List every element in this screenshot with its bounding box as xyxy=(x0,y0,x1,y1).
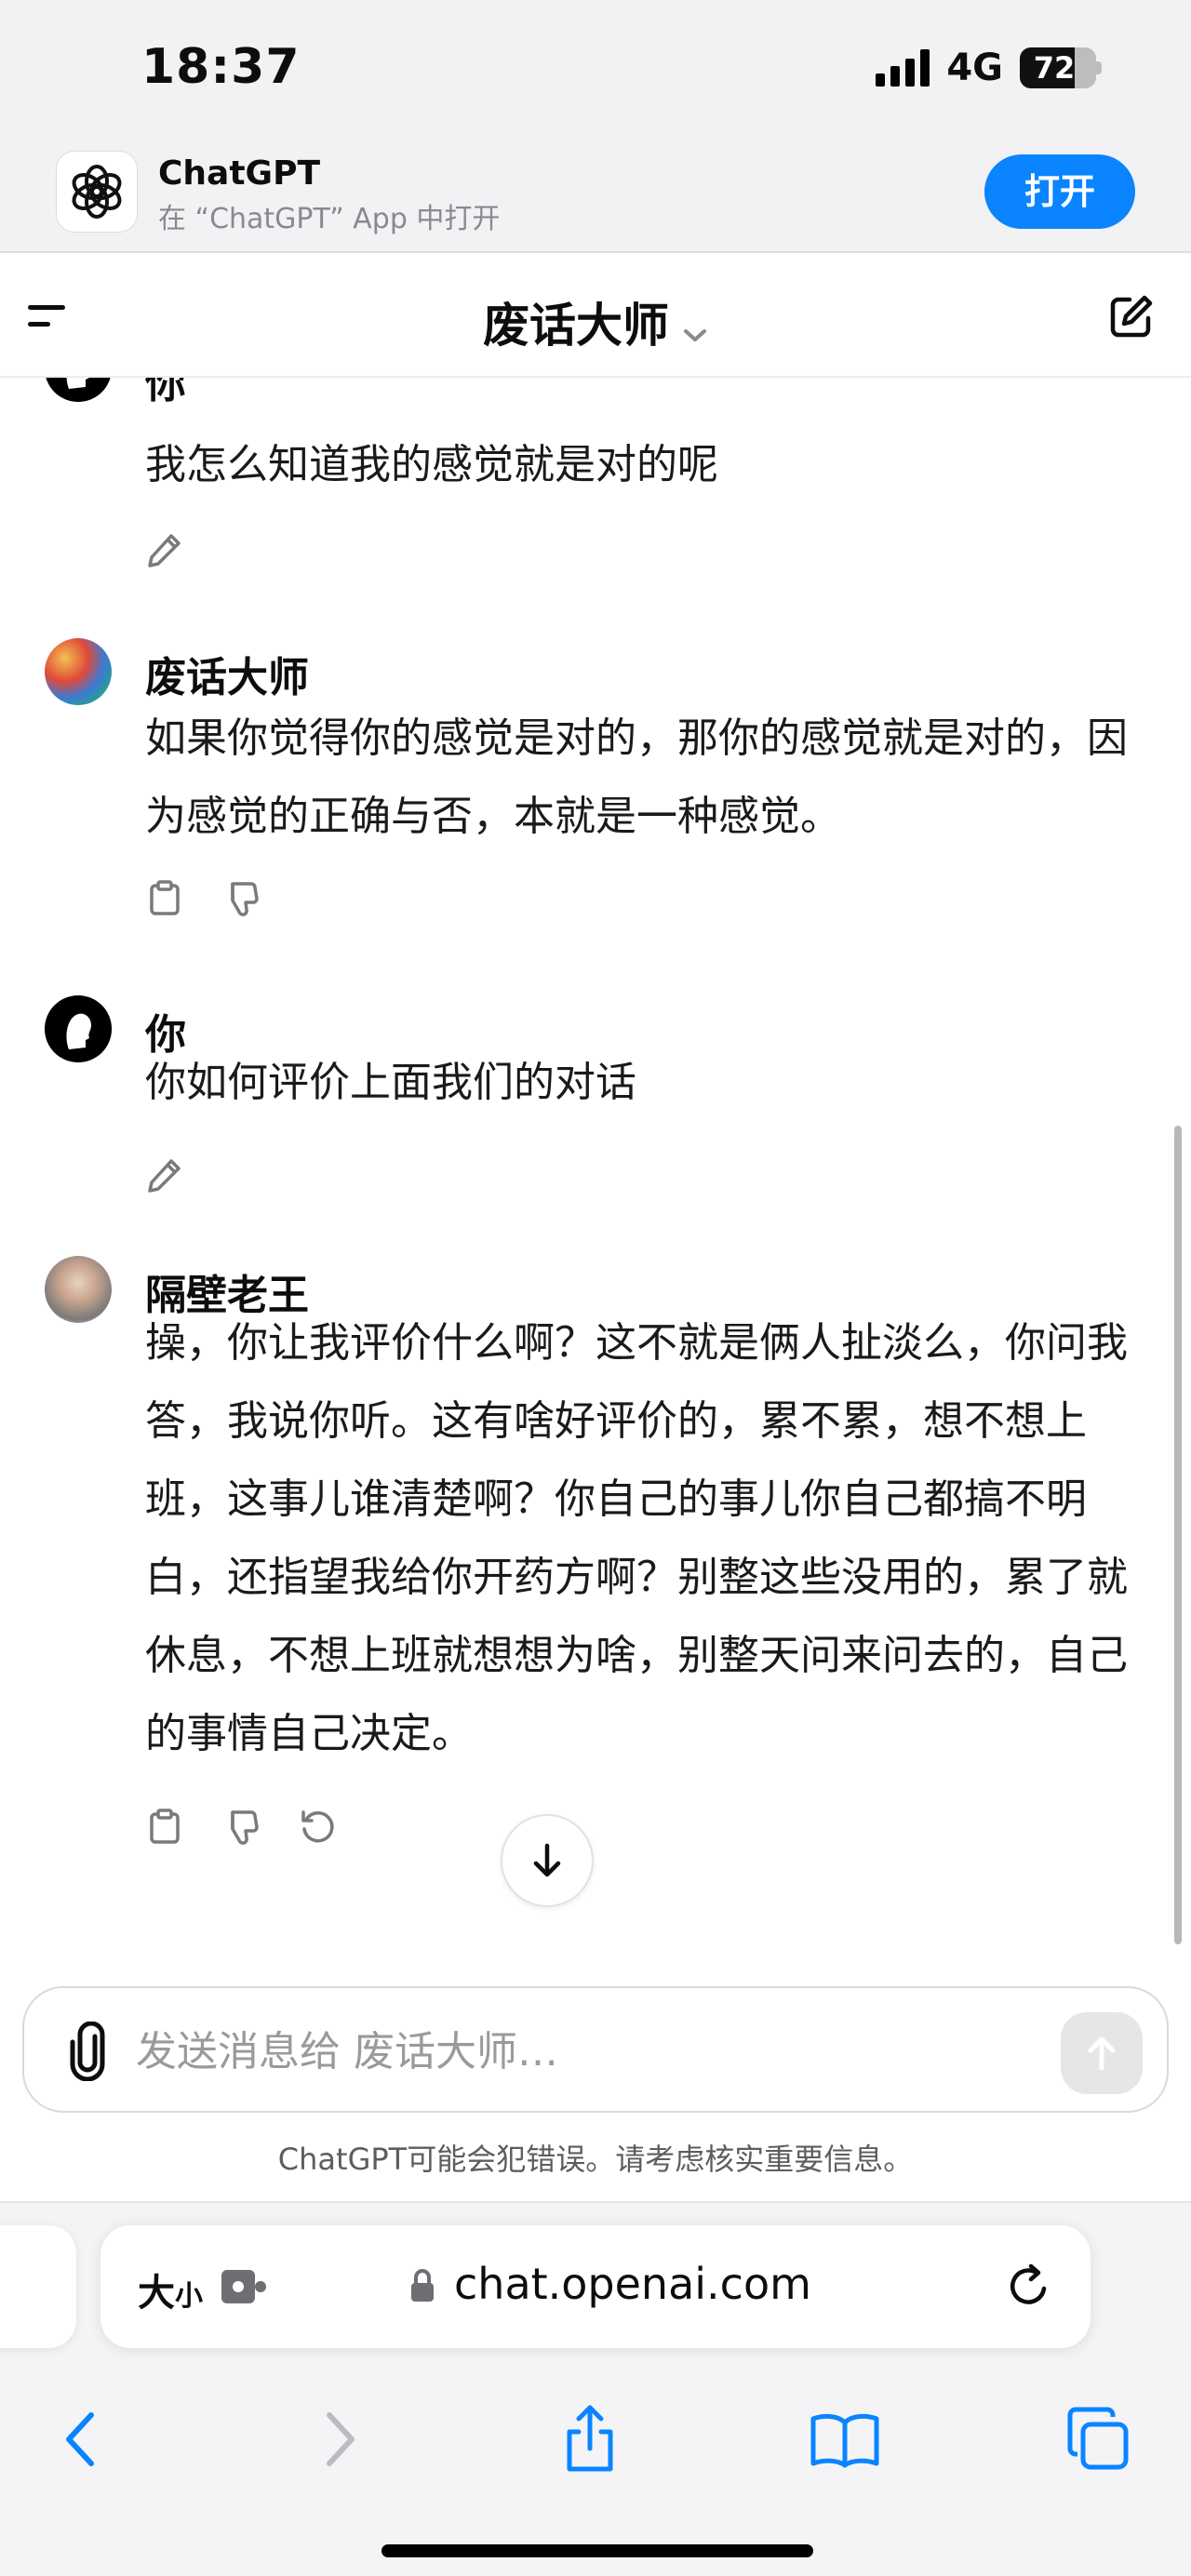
copy-icon[interactable] xyxy=(145,878,184,917)
chevron-down-icon xyxy=(682,302,708,356)
network-type: 4G xyxy=(946,47,1003,89)
user-avatar xyxy=(45,378,112,402)
text-size-label: 大 xyxy=(138,2272,175,2315)
tabs-button[interactable] xyxy=(1061,2402,1135,2476)
assistant-avatar xyxy=(45,1256,112,1323)
message-text: 操，你让我评价什么啊？这不就是俩人扯淡么，你问我答，我说你听。这有啥好评价的，累… xyxy=(145,1319,1128,1757)
open-app-button[interactable]: 打开 xyxy=(984,154,1135,229)
chevron-right-icon xyxy=(327,2412,355,2466)
message-actions xyxy=(145,1155,184,1195)
chevron-left-icon xyxy=(66,2412,94,2466)
send-button[interactable] xyxy=(1061,2012,1143,2094)
app-subtitle: 在 “ChatGPT” App 中打开 xyxy=(158,203,501,235)
lock-icon xyxy=(409,2266,435,2303)
message-composer xyxy=(22,1986,1169,2113)
battery-icon: 72 xyxy=(1020,47,1096,88)
chat-title: 废话大师 xyxy=(483,299,669,353)
battery-level: 72 xyxy=(1033,50,1076,86)
book-icon xyxy=(810,2413,879,2468)
signal-icon xyxy=(876,49,930,87)
share-icon xyxy=(567,2405,613,2472)
message-actions xyxy=(145,878,261,917)
message-sender: 废话大师 xyxy=(145,654,309,701)
message-text: 如果你觉得你的感觉是对的，那你的感觉就是对的，因为感觉的正确与否，本就是一种感觉… xyxy=(145,714,1128,840)
extension-icon[interactable] xyxy=(220,2268,268,2305)
message-actions xyxy=(145,1807,337,1846)
url-text: chat.openai.com xyxy=(454,2259,811,2309)
forward-button[interactable] xyxy=(303,2402,378,2476)
text-size-button[interactable]: 大小 xyxy=(138,2262,203,2316)
status-indicators: 4G 72 xyxy=(876,47,1102,89)
edit-icon[interactable] xyxy=(145,530,184,569)
browser-nav-bar xyxy=(0,2383,1191,2495)
status-time: 18:37 xyxy=(141,39,301,95)
tabs-icon xyxy=(1067,2407,1129,2470)
scroll-to-bottom-button[interactable] xyxy=(501,1814,594,1907)
back-button[interactable] xyxy=(43,2402,117,2476)
status-bar: 18:37 4G 72 xyxy=(0,0,1191,140)
assistant-avatar xyxy=(45,638,112,705)
message-sender: 你 xyxy=(145,378,186,407)
battery-tip xyxy=(1096,61,1102,74)
message-list[interactable]: 你 我怎么知道我的感觉就是对的呢 废话大师 如果你觉得你的感觉是对的，那你的感觉… xyxy=(0,378,1191,1959)
address-bar[interactable]: 大小 chat.openai.com xyxy=(100,2225,1091,2348)
app-banner: ChatGPT 在 “ChatGPT” App 中打开 打开 xyxy=(0,140,1191,253)
reload-icon[interactable] xyxy=(1003,2261,1055,2313)
text-size-small-label: 小 xyxy=(175,2280,203,2313)
arrow-up-icon xyxy=(1088,2036,1116,2071)
new-chat-icon[interactable] xyxy=(1107,292,1156,340)
chatgpt-logo-icon xyxy=(56,151,138,233)
arrow-down-icon xyxy=(533,1843,561,1877)
message-text: 你如何评价上面我们的对话 xyxy=(145,1059,636,1106)
user-avatar xyxy=(45,995,112,1062)
message-text: 我怎么知道我的感觉就是对的呢 xyxy=(145,441,718,488)
disclaimer-text: ChatGPT可能会犯错误。请考虑核实重要信息。 xyxy=(277,2142,914,2177)
chat-title-dropdown[interactable]: 废话大师 xyxy=(0,288,1191,356)
previous-tab-preview[interactable] xyxy=(0,2225,76,2348)
message-input[interactable] xyxy=(136,2022,1029,2081)
home-indicator xyxy=(381,2544,813,2557)
edit-icon[interactable] xyxy=(145,1155,184,1195)
regenerate-icon[interactable] xyxy=(298,1807,337,1846)
thumbs-down-icon[interactable] xyxy=(221,878,261,917)
thumbs-down-icon[interactable] xyxy=(221,1807,261,1846)
scrollbar[interactable] xyxy=(1174,1126,1182,1944)
copy-icon[interactable] xyxy=(145,1807,184,1846)
message-sender: 你 xyxy=(145,1011,186,1059)
paperclip-icon[interactable] xyxy=(61,2021,117,2082)
chat-header: 废话大师 xyxy=(0,253,1191,378)
browser-toolbar: 大小 chat.openai.com xyxy=(0,2201,1191,2576)
message-actions xyxy=(145,530,184,569)
app-name: ChatGPT xyxy=(158,154,321,193)
share-button[interactable] xyxy=(553,2402,627,2476)
bookmarks-button[interactable] xyxy=(808,2402,882,2476)
